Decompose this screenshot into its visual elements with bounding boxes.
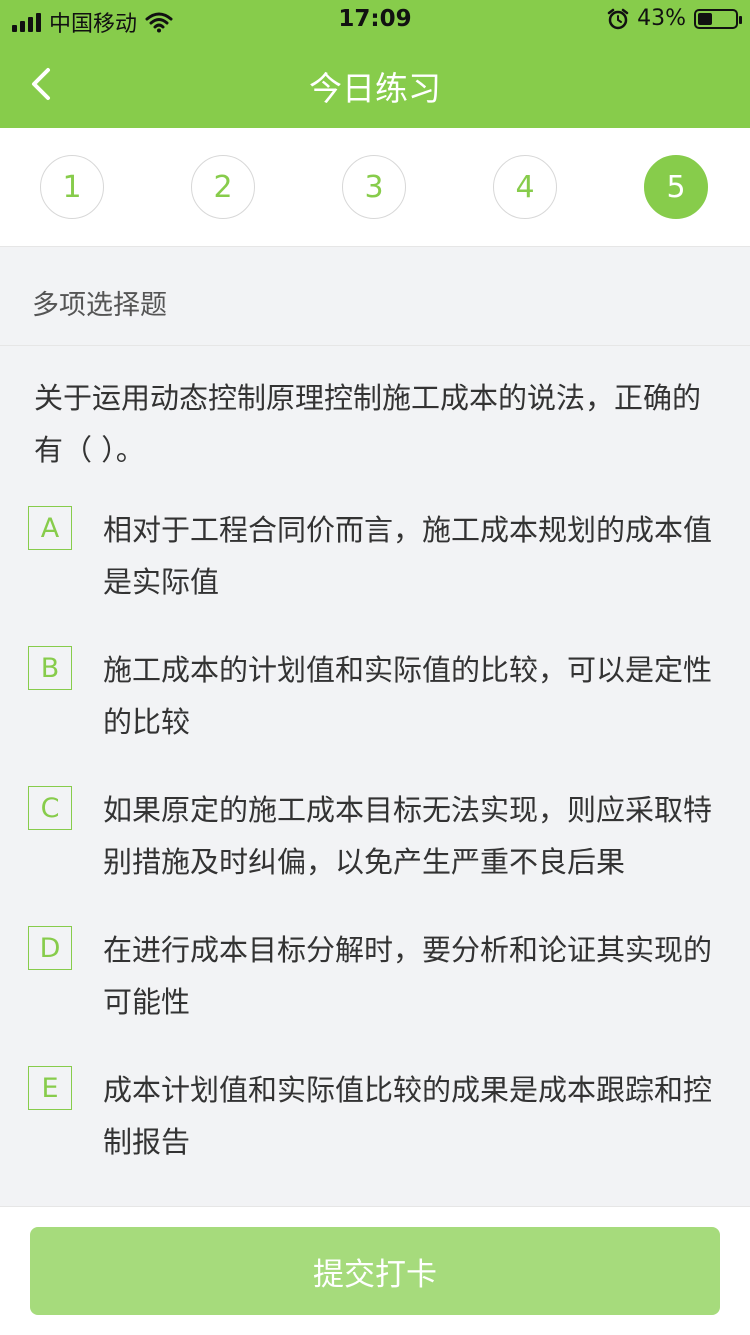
question-text: 关于运用动态控制原理控制施工成本的说法，正确的有（ ）。	[34, 381, 702, 467]
step-3[interactable]: 3	[342, 155, 406, 219]
step-4[interactable]: 4	[493, 155, 557, 219]
option-d-letter: D	[28, 926, 72, 970]
step-1[interactable]: 1	[40, 155, 104, 219]
question-type: 多项选择题	[32, 290, 167, 321]
page-title: 今日练习	[309, 69, 441, 108]
option-d-text: 在进行成本目标分解时，要分析和论证其实现的可能性	[103, 933, 713, 1019]
nav-bar: 今日练习	[0, 40, 750, 128]
option-c-letter: C	[28, 786, 72, 830]
alarm-icon	[607, 8, 629, 29]
question-progress: 1 2 3 4 5	[0, 128, 750, 247]
header: 中国移动 17:09 43% 今日练习	[0, 0, 750, 128]
option-c-text: 如果原定的施工成本目标无法实现，则应采取特别措施及时纠偏，以免产生严重不良后果	[103, 793, 713, 879]
step-5[interactable]: 5	[644, 155, 708, 219]
option-b-letter: B	[28, 646, 72, 690]
option-b-text: 施工成本的计划值和实际值的比较，可以是定性的比较	[103, 653, 713, 739]
question-type-bar: 多项选择题	[0, 247, 750, 346]
submit-checkin-button[interactable]: 提交打卡	[30, 1227, 720, 1315]
option-a-letter: A	[28, 506, 72, 550]
step-2[interactable]: 2	[191, 155, 255, 219]
battery-percent: 43%	[637, 6, 686, 31]
option-a-text: 相对于工程合同价而言，施工成本规划的成本值是实际值	[103, 513, 713, 599]
option-e-letter: E	[28, 1066, 72, 1110]
battery-icon	[694, 8, 742, 29]
option-e-text: 成本计划值和实际值比较的成果是成本跟踪和控制报告	[103, 1073, 713, 1159]
bottom-bar: 提交打卡	[0, 1206, 750, 1335]
status-bar: 中国移动 17:09 43%	[0, 0, 750, 40]
